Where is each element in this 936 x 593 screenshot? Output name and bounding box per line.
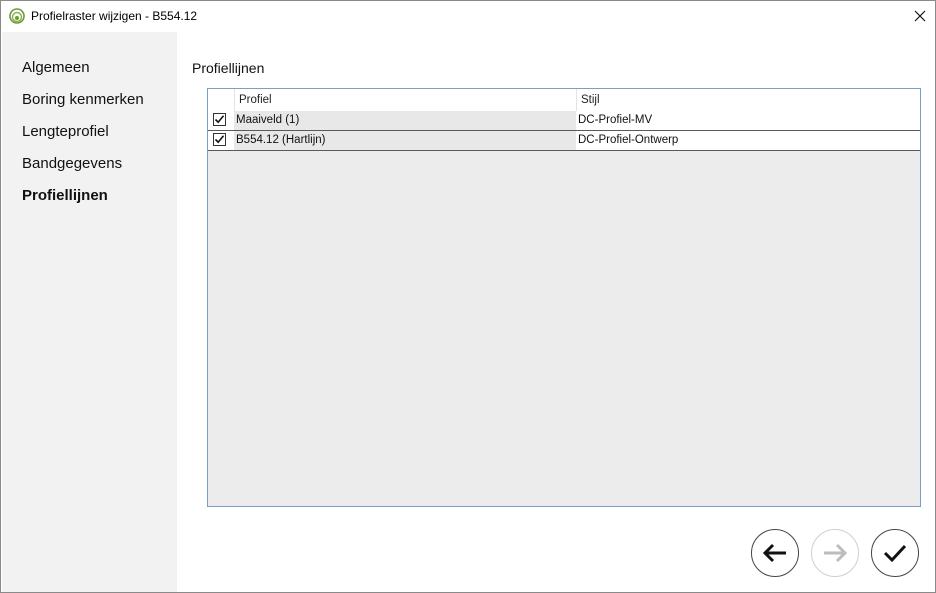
table-row[interactable]: Maaiveld (1) DC-Profiel-MV bbox=[208, 111, 920, 131]
sidebar-item-lengteprofiel[interactable]: Lengteprofiel bbox=[22, 123, 109, 140]
column-header-stijl[interactable]: Stijl bbox=[576, 89, 920, 111]
row-checkbox[interactable] bbox=[213, 113, 226, 126]
next-button[interactable] bbox=[811, 529, 859, 577]
sidebar-item-bandgegevens[interactable]: Bandgegevens bbox=[22, 155, 122, 172]
table-row[interactable]: B554.12 (Hartlijn) DC-Profiel-Ontwerp bbox=[208, 131, 920, 151]
app-logo-icon bbox=[9, 8, 25, 24]
arrow-left-icon bbox=[762, 543, 786, 563]
grid-header: Profiel Stijl bbox=[208, 89, 920, 112]
sidebar-item-boring-kenmerken[interactable]: Boring kenmerken bbox=[22, 91, 144, 108]
cell-profiel: B554.12 (Hartlijn) bbox=[234, 131, 576, 150]
checkmark-icon bbox=[214, 115, 225, 124]
title-bar: Profielraster wijzigen - B554.12 bbox=[1, 1, 935, 31]
sidebar: Algemeen Boring kenmerken Lengteprofiel … bbox=[2, 32, 177, 592]
confirm-button[interactable] bbox=[871, 529, 919, 577]
profiellijnen-grid: Profiel Stijl Maaiveld (1) DC-Profiel-MV… bbox=[207, 88, 921, 507]
back-button[interactable] bbox=[751, 529, 799, 577]
cell-stijl[interactable]: DC-Profiel-MV bbox=[576, 111, 920, 130]
sidebar-item-algemeen[interactable]: Algemeen bbox=[22, 59, 90, 76]
header-checkbox-column bbox=[208, 89, 234, 111]
row-checkbox[interactable] bbox=[213, 133, 226, 146]
sidebar-item-profiellijnen[interactable]: Profiellijnen bbox=[22, 187, 108, 204]
window-title: Profielraster wijzigen - B554.12 bbox=[31, 9, 198, 23]
check-icon bbox=[883, 544, 907, 563]
section-title: Profiellijnen bbox=[192, 60, 265, 76]
arrow-right-icon bbox=[824, 543, 848, 563]
checkmark-icon bbox=[214, 135, 225, 144]
cell-stijl[interactable]: DC-Profiel-Ontwerp bbox=[576, 131, 920, 150]
close-button[interactable] bbox=[905, 1, 935, 31]
column-header-profiel[interactable]: Profiel bbox=[234, 89, 576, 111]
dialog-window: Profielraster wijzigen - B554.12 Algemee… bbox=[0, 0, 936, 593]
close-icon bbox=[914, 10, 926, 22]
cell-profiel: Maaiveld (1) bbox=[234, 111, 576, 130]
